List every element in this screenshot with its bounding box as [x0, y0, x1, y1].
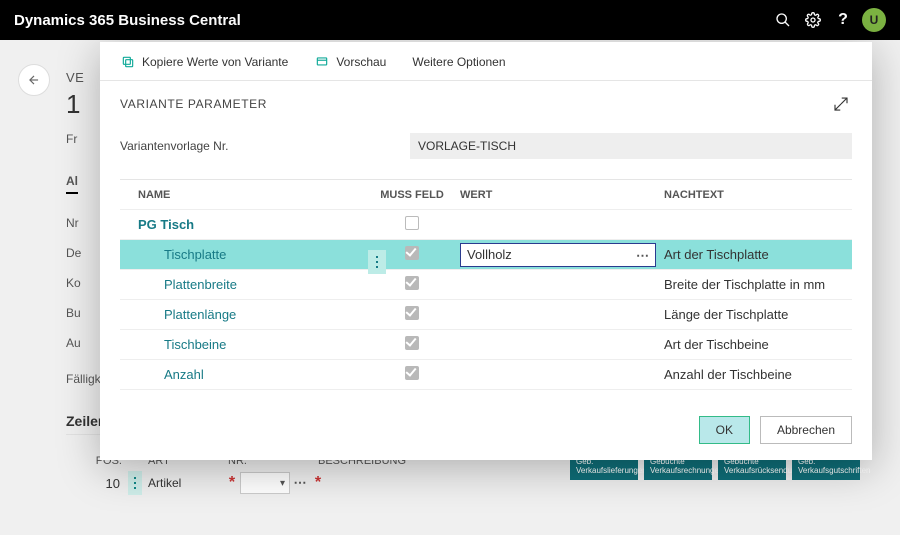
table-row[interactable]: Plattenlänge Länge der Tischplatte [120, 300, 852, 330]
must-checkbox[interactable] [405, 246, 419, 260]
dialog-footer: OK Abbrechen [120, 416, 852, 444]
topbar: Dynamics 365 Business Central ? U [0, 0, 900, 40]
table-row[interactable]: Plattenbreite Breite der Tischplatte in … [120, 270, 852, 300]
param-nach: Breite der Tischplatte in mm [656, 277, 852, 292]
parameter-table: NAME MUSS FELD WERT NACHTEXT PG Tisch Ti… [120, 179, 852, 390]
gear-icon[interactable] [798, 5, 828, 35]
param-nach: Anzahl der Tischbeine [656, 367, 852, 382]
variant-parameter-dialog: Kopiere Werte von Variante Vorschau Weit… [100, 42, 872, 460]
tile-caption: Geb. Verkaufslieferungen [576, 458, 632, 476]
cell-pos: 10 [66, 476, 126, 491]
param-nach: Länge der Tischplatte [656, 307, 852, 322]
param-name[interactable]: Plattenlänge [164, 307, 236, 322]
avatar[interactable]: U [862, 8, 886, 32]
tile-caption: Gebuchte Verkaufsrechnungen [650, 458, 706, 476]
more-options-label: Weitere Optionen [412, 55, 505, 69]
param-name[interactable]: Tischplatte [164, 247, 226, 262]
param-name[interactable]: Plattenbreite [164, 277, 237, 292]
param-name[interactable]: Tischbeine [164, 337, 226, 352]
required-icon-2: * [310, 474, 326, 492]
row-menu-icon[interactable] [368, 250, 386, 274]
preview-button[interactable]: Vorschau [314, 54, 386, 70]
chevron-down-icon: ▾ [280, 478, 285, 489]
more-options-button[interactable]: Weitere Optionen [412, 55, 505, 69]
ok-button[interactable]: OK [699, 416, 750, 444]
app-title: Dynamics 365 Business Central [14, 12, 241, 29]
must-checkbox[interactable] [405, 336, 419, 350]
wert-input[interactable]: Vollholz ⋯ [460, 243, 656, 267]
must-checkbox[interactable] [405, 276, 419, 290]
nr-lookup-icon[interactable]: ⋯ [290, 475, 310, 491]
copy-label: Kopiere Werte von Variante [142, 55, 288, 69]
must-checkbox[interactable] [405, 306, 419, 320]
copy-icon [120, 54, 136, 70]
grid-row[interactable]: 10 Artikel * ▾ ⋯ * [66, 469, 546, 497]
dialog-title: VARIANTE PARAMETER [120, 97, 267, 111]
must-checkbox[interactable] [405, 216, 419, 230]
cancel-button[interactable]: Abbrechen [760, 416, 852, 444]
back-button[interactable] [18, 64, 50, 96]
table-header: NAME MUSS FELD WERT NACHTEXT [120, 180, 852, 210]
copy-from-variant-button[interactable]: Kopiere Werte von Variante [120, 54, 288, 70]
tab-general[interactable]: Al [66, 174, 78, 194]
param-nach: Art der Tischplatte [656, 247, 852, 262]
tile-caption: Gebuchte Verkaufsrücksendungen [724, 458, 780, 476]
preview-label: Vorschau [336, 55, 386, 69]
template-no-label: Variantenvorlage Nr. [120, 139, 400, 153]
col-wert: WERT [456, 189, 656, 201]
search-icon[interactable] [768, 5, 798, 35]
param-name[interactable]: PG Tisch [138, 217, 194, 232]
table-row[interactable]: Anzahl Anzahl der Tischbeine [120, 360, 852, 390]
table-row[interactable]: Tischbeine Art der Tischbeine [120, 330, 852, 360]
dialog-toolbar: Kopiere Werte von Variante Vorschau Weit… [120, 50, 852, 80]
col-nach: NACHTEXT [656, 189, 852, 201]
template-no-field[interactable]: VORLAGE-TISCH [410, 133, 852, 159]
maximize-icon[interactable] [830, 93, 852, 115]
nr-select[interactable]: ▾ [240, 472, 290, 494]
param-nach: Art der Tischbeine [656, 337, 852, 352]
must-checkbox[interactable] [405, 366, 419, 380]
param-name[interactable]: Anzahl [164, 367, 204, 382]
col-name: NAME [120, 189, 368, 201]
lookup-icon[interactable]: ⋯ [636, 248, 649, 264]
cell-art: Artikel [144, 476, 224, 490]
table-row-selected[interactable]: Tischplatte Vollholz ⋯ Art der Tischplat… [120, 240, 852, 270]
row-handle-icon[interactable] [128, 471, 142, 495]
col-must: MUSS FELD [368, 189, 456, 201]
help-icon[interactable]: ? [828, 5, 858, 35]
table-row-group[interactable]: PG Tisch [120, 210, 852, 240]
wert-value: Vollholz [467, 247, 512, 262]
preview-icon [314, 54, 330, 70]
tile-caption: Geb. Verkaufsgutschriften [798, 458, 854, 476]
required-icon: * [224, 474, 240, 492]
